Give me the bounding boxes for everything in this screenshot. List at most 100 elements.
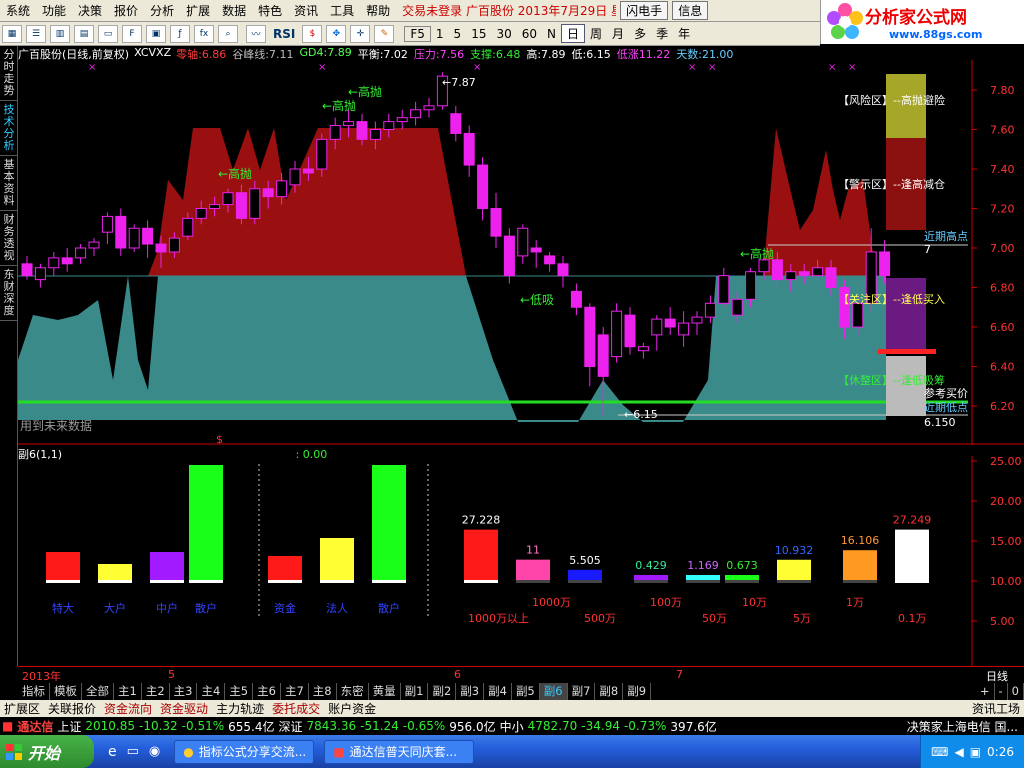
panel-tab-main6[interactable]: 主6 — [253, 683, 281, 700]
panel-tab-main8[interactable]: 主8 — [309, 683, 337, 700]
left-tab-technical[interactable]: 技术分析 — [0, 101, 18, 156]
candle-body — [490, 208, 502, 237]
panel-zoom-out-button[interactable]: - — [995, 683, 1008, 700]
toolbar-move-icon[interactable]: ✥ — [326, 24, 347, 43]
ime-icon[interactable]: ⌨ — [931, 745, 948, 759]
toolbar-window-icon[interactable]: ▭ — [98, 24, 118, 43]
sub-tick-label: 5.00 — [990, 615, 1015, 628]
period-30min[interactable]: 30 — [491, 27, 516, 41]
func-extend-area[interactable]: 扩展区 — [0, 700, 44, 717]
panel-tab-main1[interactable]: 主1 — [114, 683, 142, 700]
panel-tab-sub3[interactable]: 副3 — [456, 683, 485, 700]
period-f5[interactable]: F5 — [404, 25, 431, 42]
panel-zoom-in-button[interactable]: + — [976, 683, 995, 700]
toolbar-trend-icon[interactable]: 〰 — [246, 24, 266, 43]
brand-icon: ■ — [2, 719, 14, 733]
menu-special[interactable]: 特色 — [252, 2, 288, 19]
fund2-bar-label-1: 法人 — [326, 601, 348, 615]
period-15min[interactable]: 15 — [466, 27, 491, 41]
network-icon[interactable]: ▣ — [970, 745, 981, 759]
panel-tab-main2[interactable]: 主2 — [142, 683, 170, 700]
panel-tab-sub8[interactable]: 副8 — [595, 683, 624, 700]
toolbar-list-icon[interactable]: ☰ — [26, 24, 46, 43]
menu-quote[interactable]: 报价 — [108, 2, 144, 19]
menu-news[interactable]: 资讯 — [288, 2, 324, 19]
panel-tab-main5[interactable]: 主5 — [225, 683, 254, 700]
taskbar-item-browser[interactable]: ● 指标公式分享交流... — [174, 739, 315, 764]
func-fund-driver[interactable]: 资金驱动 — [156, 700, 212, 717]
panel-tab-sub9[interactable]: 副9 — [623, 683, 652, 700]
menu-system[interactable]: 系统 — [0, 2, 36, 19]
panel-tab-main4[interactable]: 主4 — [197, 683, 226, 700]
period-day[interactable]: 日 — [561, 24, 586, 43]
panel-tab-template[interactable]: 模板 — [50, 683, 82, 700]
panel-tab-all[interactable]: 全部 — [82, 683, 114, 700]
volume-icon[interactable]: ◀ — [954, 745, 963, 759]
toolbar-dollar-icon[interactable]: $ — [302, 24, 323, 43]
left-tab-basic[interactable]: 基本资料 — [0, 156, 18, 211]
toolbar-formula-icon[interactable]: fx — [194, 24, 214, 43]
menu-data[interactable]: 数据 — [216, 2, 252, 19]
period-multi[interactable]: 多 — [629, 25, 651, 42]
func-main-track[interactable]: 主力轨迹 — [212, 700, 268, 717]
period-year[interactable]: 年 — [673, 25, 695, 42]
panel-tab-main7[interactable]: 主7 — [281, 683, 309, 700]
menu-tools[interactable]: 工具 — [324, 2, 360, 19]
toolbar-zoom-icon[interactable]: ⌕ — [218, 24, 238, 43]
toolbar-layout-icon[interactable]: ▣ — [146, 24, 166, 43]
period-1min[interactable]: 1 — [431, 27, 449, 41]
panel-tab-sub2[interactable]: 副2 — [428, 683, 457, 700]
left-tab-finance[interactable]: 财务透视 — [0, 211, 18, 266]
panel-tab-indicator[interactable]: 指标 — [18, 683, 50, 700]
quicklaunch-desktop-icon[interactable]: ▭ — [127, 744, 139, 759]
tier-label-2: 500万 — [584, 612, 616, 625]
toolbar-fx-icon[interactable]: ƒ — [170, 24, 190, 43]
indicator-info-bar: 广百股份(日线,前复权) XCVXZ 零轴:6.86 谷峰线:7.11 GD4:7.… — [18, 46, 886, 60]
toolbar-cross-icon[interactable]: ✛ — [350, 24, 371, 43]
func-account-fund[interactable]: 账户资金 — [324, 700, 380, 717]
period-week[interactable]: 周 — [585, 25, 607, 42]
left-tab-minute[interactable]: 分时走势 — [0, 46, 18, 101]
toolbar-grid-icon[interactable]: ▦ — [2, 24, 22, 43]
fund-flow-bar-chart[interactable]: 25.00 20.00 15.00 10.00 5.00 特大 大户 中户 散户 资金 法人 散户 27… — [18, 456, 1024, 666]
panel-tab-sub6[interactable]: 副6 — [539, 683, 568, 700]
toolbar-rsi-button[interactable]: RSI — [268, 27, 300, 41]
panel-tab-sub1[interactable]: 副1 — [401, 683, 429, 700]
flash-trade-button[interactable]: 闪电手 — [620, 1, 669, 20]
start-button[interactable]: 开始 — [0, 735, 94, 768]
left-tab-depth[interactable]: 东财深度 — [0, 266, 18, 321]
period-season[interactable]: 季 — [651, 25, 673, 42]
period-60min[interactable]: 60 — [517, 27, 542, 41]
quicklaunch-ie-icon[interactable]: e — [108, 744, 117, 760]
func-related-quote[interactable]: 关联报价 — [44, 700, 100, 717]
menu-extend[interactable]: 扩展 — [180, 2, 216, 19]
func-info-workshop[interactable]: 资讯工场 — [968, 700, 1024, 717]
panel-tab-sub5[interactable]: 副5 — [512, 683, 540, 700]
toolbar-chart-icon[interactable]: ▥ — [50, 24, 70, 43]
quicklaunch-media-icon[interactable]: ◉ — [149, 744, 160, 759]
func-fund-flow[interactable]: 资金流向 — [100, 700, 156, 717]
info-button[interactable]: 信息 — [672, 1, 709, 20]
main-kline-chart[interactable]: × × × × × × ×←高抛←高抛←高抛←高抛←低吸←7.87←6.15用到未来数据$【… — [18, 60, 1024, 445]
toolbar-pencil-icon[interactable]: ✎ — [374, 24, 395, 43]
candle-body — [758, 259, 770, 273]
period-month[interactable]: 月 — [607, 25, 629, 42]
taskbar-item-tdx[interactable]: ■ 通达信普天同庆套... — [324, 739, 475, 764]
panel-reset-button[interactable]: 0 — [1008, 683, 1024, 700]
panel-tab-main3[interactable]: 主3 — [170, 683, 198, 700]
marker-cross-icon: × — [848, 62, 856, 73]
period-n[interactable]: N — [542, 27, 561, 41]
menu-function[interactable]: 功能 — [36, 2, 72, 19]
func-order-deal[interactable]: 委托成交 — [268, 700, 324, 717]
period-5min[interactable]: 5 — [449, 27, 467, 41]
toolbar-f10-icon[interactable]: F — [122, 24, 142, 43]
menu-decision[interactable]: 决策 — [72, 2, 108, 19]
menu-analysis[interactable]: 分析 — [144, 2, 180, 19]
panel-tab-dongmi[interactable]: 东密 — [337, 683, 369, 700]
panel-tab-sub4[interactable]: 副4 — [484, 683, 512, 700]
date-month-6: 6 — [454, 668, 461, 681]
panel-tab-sub7[interactable]: 副7 — [568, 683, 596, 700]
panel-tab-huangliang[interactable]: 黄量 — [369, 683, 401, 700]
toolbar-table-icon[interactable]: ▤ — [74, 24, 94, 43]
menu-help[interactable]: 帮助 — [360, 2, 396, 19]
